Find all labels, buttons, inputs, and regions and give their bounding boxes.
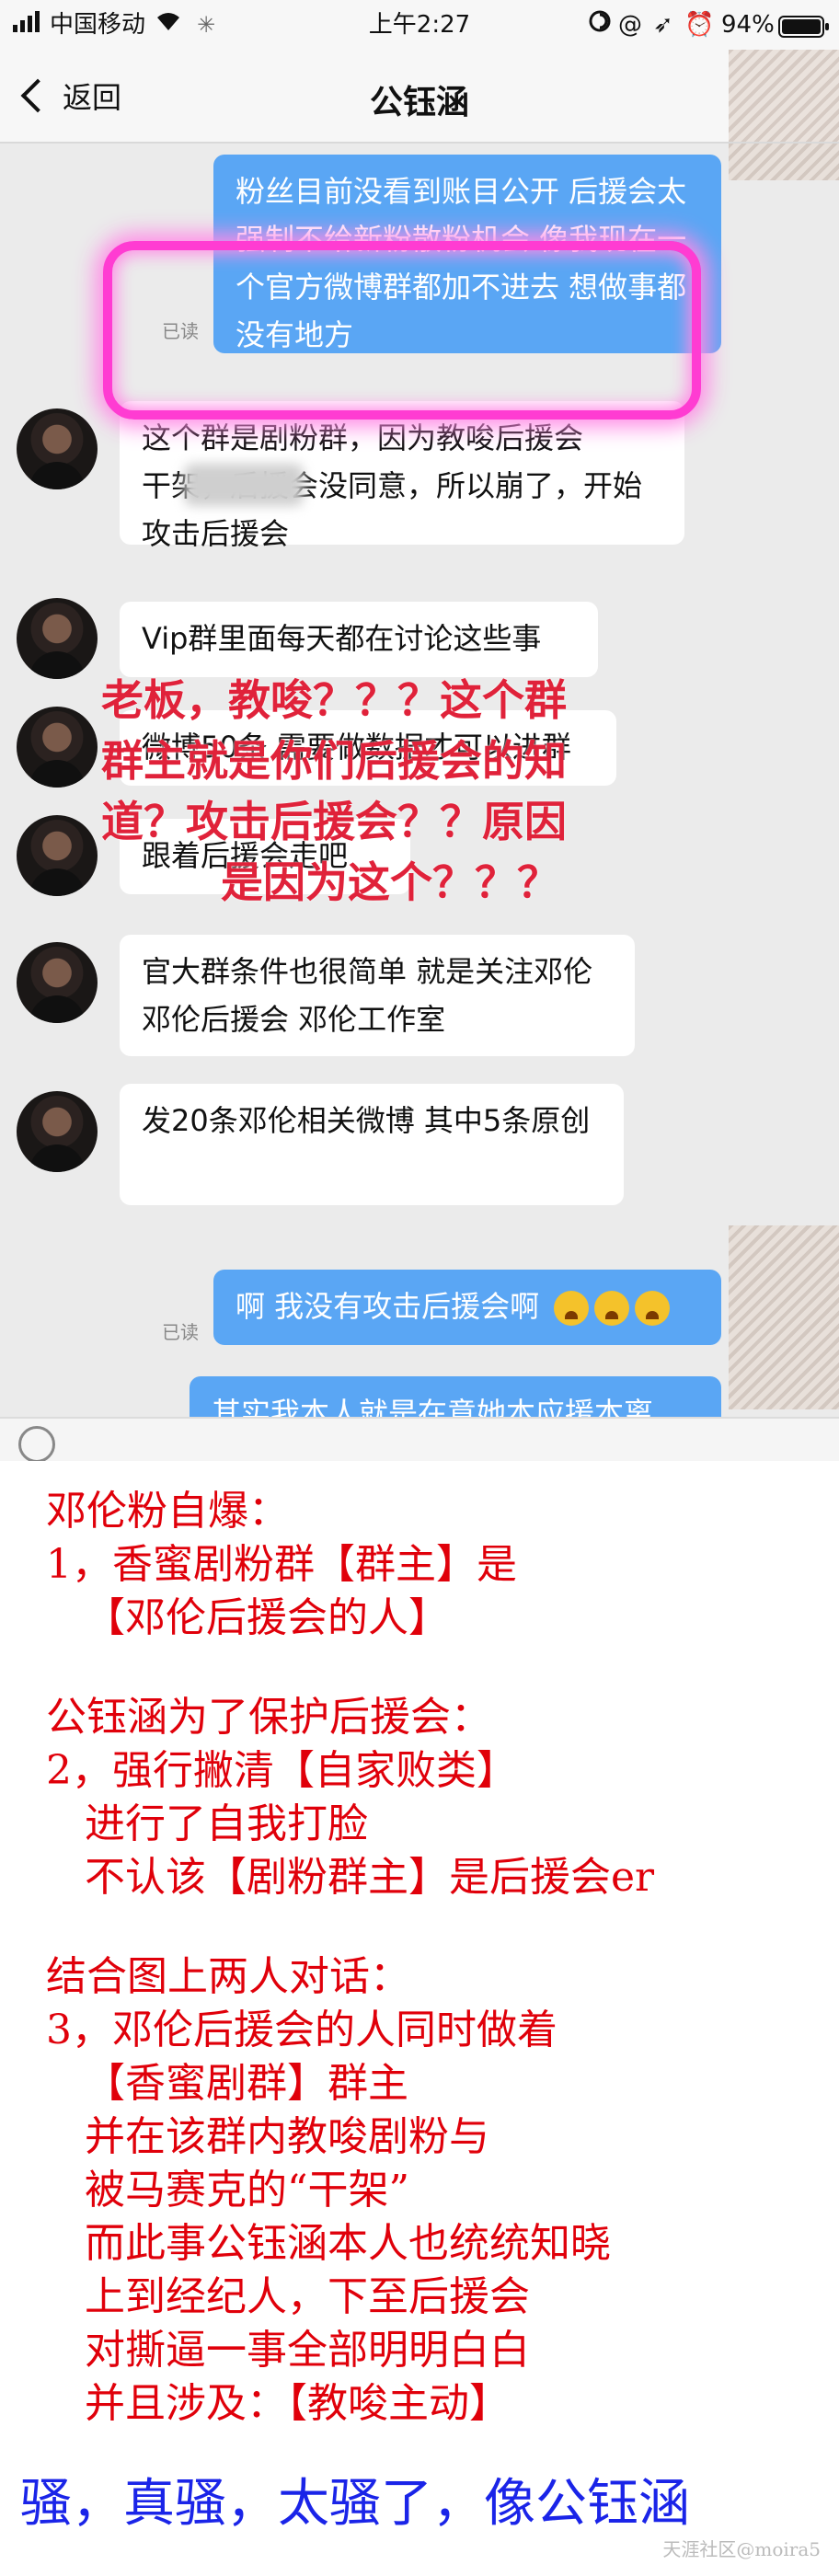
message-text: 啊 我没有攻击后援会啊 (236, 1289, 540, 1324)
avatar[interactable] (17, 815, 98, 896)
note-line: 【香蜜剧群】群主 (46, 2060, 408, 2107)
note-line: 3，邓伦后援会的人同时做着 (46, 2007, 557, 2053)
avatar[interactable] (17, 942, 98, 1023)
footer-caption: 骚，真骚，太骚了，像公钰涵 (20, 2474, 690, 2534)
note-line: 邓伦粉自爆： (46, 1488, 289, 1535)
message-bubble-received[interactable]: Vip群里面每天都在讨论这些事 (120, 602, 598, 677)
message-bubble-received[interactable]: 发20条邓伦相关微博 其中5条原创 (120, 1084, 624, 1205)
overlay-line: 是因为这个？？？ (221, 857, 559, 907)
location-icon: ➶ (653, 11, 673, 39)
note-line: 上到经纪人，下至后援会 (46, 2273, 530, 2320)
mosaic-blur (184, 464, 304, 506)
note-line: 2，强行撇清【自家败类】 (46, 1747, 517, 1794)
battery-percent: 94% (721, 11, 775, 39)
avatar[interactable] (17, 408, 98, 489)
note-line: 1，香蜜剧粉群【群主】是 (46, 1541, 517, 1588)
overlay-line: 老板，教唆？？？这个群 (101, 675, 567, 725)
note-line: 结合图上两人对话： (46, 1953, 410, 2000)
scribble-mark (729, 50, 839, 142)
voice-icon[interactable] (18, 1426, 55, 1461)
overlay-line: 道？攻击后援会？？原因 (101, 797, 567, 846)
alarm-icon: ⏰ (684, 11, 715, 39)
note-line: 【邓伦后援会的人】 (46, 1594, 449, 1641)
input-bar[interactable] (0, 1417, 839, 1461)
watermark: 天涯社区@moira5 (662, 2538, 821, 2560)
chat-screenshot: 中国移动 ✳ 上午2:27 @ ➶ ⏰ 94% 返回 公钰涵 粉丝目前没看到账目… (0, 0, 839, 1461)
overlay-line: 群主就是你们后援会的知 (101, 736, 567, 786)
read-receipt: 已读 (162, 1321, 199, 1343)
nav-bar: 返回 公钰涵 (0, 50, 839, 144)
note-line: 进行了自我打脸 (46, 1800, 368, 1847)
page-title: 公钰涵 (369, 84, 469, 121)
crying-emoji-icon (554, 1291, 590, 1326)
message-bubble-received[interactable]: 官大群条件也很简单 就是关注邓伦 邓伦后援会 邓伦工作室 (120, 935, 635, 1056)
note-line: 公钰涵为了保护后援会： (46, 1694, 491, 1741)
highlight-circle (103, 241, 701, 420)
crying-emoji-icon (594, 1291, 630, 1326)
lock-icon (589, 9, 611, 41)
annotation-notes: 邓伦粉自爆： 1，香蜜剧粉群【群主】是 【邓伦后援会的人】 公钰涵为了保护后援会… (0, 1461, 839, 2576)
scribble-mark (729, 1225, 839, 1409)
note-line: 并在该群内教唆剧粉与 (46, 2113, 489, 2160)
message-bubble-sent[interactable]: 啊 我没有攻击后援会啊 (213, 1270, 721, 1345)
note-line: 并且涉及：【教唆主动】 (46, 2380, 510, 2427)
scribble-mark (729, 144, 839, 180)
avatar[interactable] (17, 1091, 98, 1172)
status-bar: 中国移动 ✳ 上午2:27 @ ➶ ⏰ 94% (0, 0, 839, 50)
note-line: 被马赛克的“干架” (46, 2167, 409, 2214)
avatar[interactable] (17, 598, 98, 679)
battery-icon (778, 15, 830, 46)
crying-emoji-icon (635, 1291, 671, 1326)
at-icon: @ (618, 11, 642, 39)
overlay-annotation: 老板，教唆？？？这个群 群主就是你们后援会的知 道？攻击后援会？？原因 是因为这… (101, 670, 745, 913)
avatar[interactable] (17, 707, 98, 788)
note-line: 而此事公钰涵本人也统统知晓 (46, 2220, 611, 2267)
note-line: 不认该【剧粉群主】是后援会er (46, 1854, 655, 1901)
note-line: 对撕逼一事全部明明白白 (46, 2327, 530, 2374)
